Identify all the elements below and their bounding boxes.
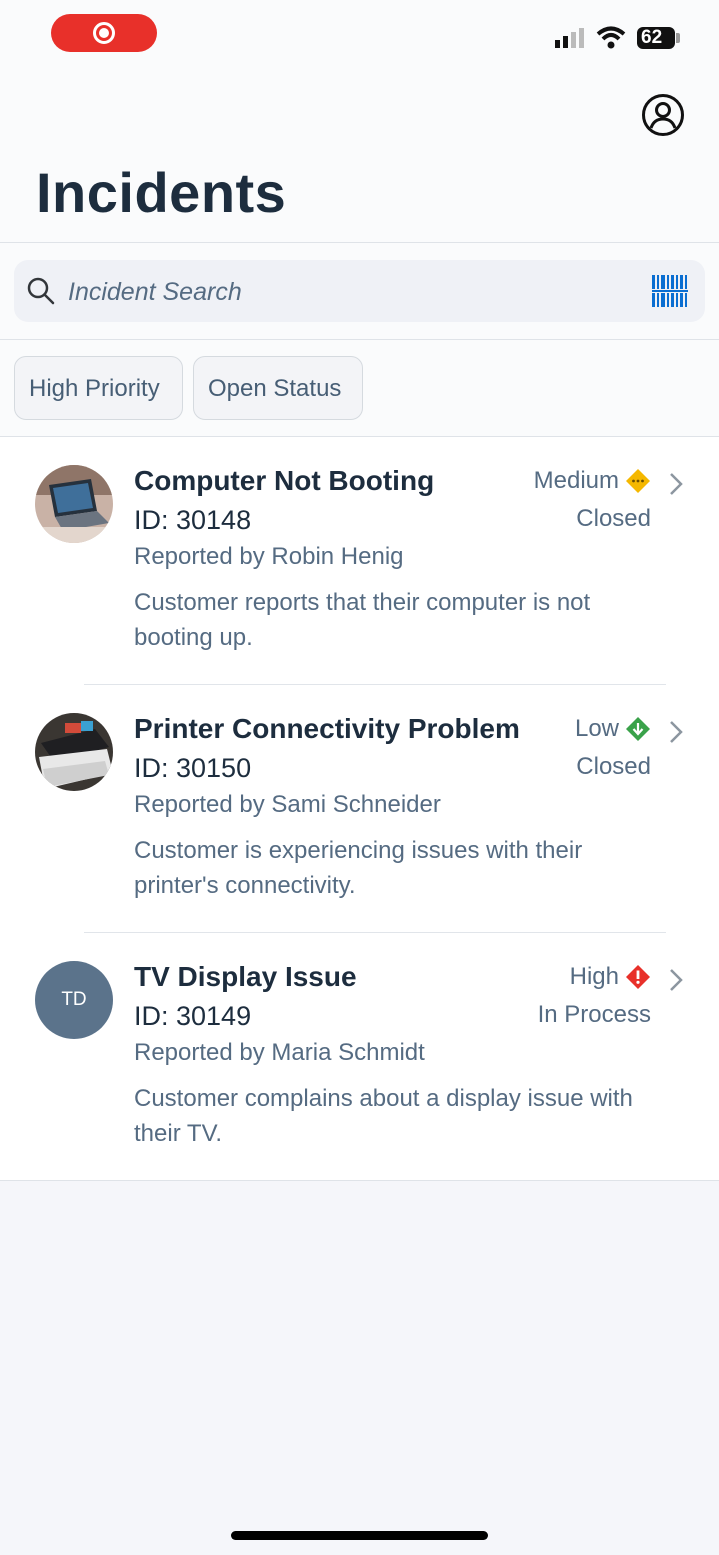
search-area <box>0 243 719 339</box>
priority-label: High <box>569 963 619 990</box>
user-circle-icon[interactable] <box>641 93 685 137</box>
search-bar[interactable] <box>14 260 705 322</box>
printer-photo <box>35 713 113 791</box>
incident-reporter: Reported by Maria Schmidt <box>134 1039 425 1066</box>
incident-id: ID: 30150 <box>134 753 252 783</box>
battery-tip <box>676 33 680 43</box>
search-input[interactable] <box>66 270 630 314</box>
incident-id: ID: 30149 <box>134 1001 252 1031</box>
priority-indicator: Low <box>575 715 651 743</box>
incident-row[interactable]: Printer Connectivity Problem ID: 30150 R… <box>0 685 719 933</box>
priority-label: Medium <box>533 467 619 494</box>
battery-icon: 62 <box>637 27 675 49</box>
incident-title: Printer Connectivity Problem <box>134 713 520 744</box>
barcode-scanner-icon[interactable] <box>652 275 688 307</box>
wifi-icon <box>596 26 626 49</box>
screen-recording-indicator[interactable] <box>51 14 157 52</box>
incident-reporter: Reported by Sami Schneider <box>134 791 441 818</box>
priority-indicator: Medium <box>534 467 651 495</box>
incident-list: Computer Not Booting ID: 30148 Reported … <box>0 437 719 1180</box>
battery-level: 62 <box>641 27 663 48</box>
filter-chip-open-status[interactable]: Open Status <box>193 356 363 420</box>
low-priority-icon <box>626 717 650 741</box>
incident-row[interactable]: TD TV Display Issue ID: 30149 Reported b… <box>0 933 719 1181</box>
chevron-right-icon <box>670 721 683 743</box>
medium-priority-icon <box>626 469 650 493</box>
record-icon <box>93 22 115 44</box>
laptop-photo <box>35 465 113 543</box>
incident-description: Customer complains about a display issue… <box>134 1085 633 1147</box>
list-bottom-divider <box>0 1180 719 1181</box>
incident-status: In Process <box>537 1001 651 1028</box>
page-title: Incidents <box>36 161 287 224</box>
avatar: TD <box>35 961 113 1039</box>
priority-indicator: High <box>570 963 651 991</box>
chevron-right-icon <box>670 473 683 495</box>
incident-description: Customer is experiencing issues with the… <box>134 837 583 899</box>
home-indicator[interactable] <box>231 1531 488 1540</box>
incident-row[interactable]: Computer Not Booting ID: 30148 Reported … <box>0 437 719 685</box>
incident-status: Closed <box>576 505 651 532</box>
status-bar: 62 <box>0 0 719 70</box>
filter-chip-high-priority[interactable]: High Priority <box>14 356 183 420</box>
incident-title: Computer Not Booting <box>134 465 435 496</box>
incident-status: Closed <box>576 753 651 780</box>
search-icon <box>27 277 55 305</box>
incident-reporter: Reported by Robin Henig <box>134 543 404 570</box>
filter-bar: High Priority Open Status <box>0 340 719 436</box>
incident-title: TV Display Issue <box>134 961 357 992</box>
high-priority-icon <box>626 965 650 989</box>
incident-description: Customer reports that their computer is … <box>134 589 591 651</box>
chevron-right-icon <box>670 969 683 991</box>
incident-id: ID: 30148 <box>134 505 252 535</box>
priority-label: Low <box>574 715 619 742</box>
cellular-signal-icon <box>555 28 584 48</box>
